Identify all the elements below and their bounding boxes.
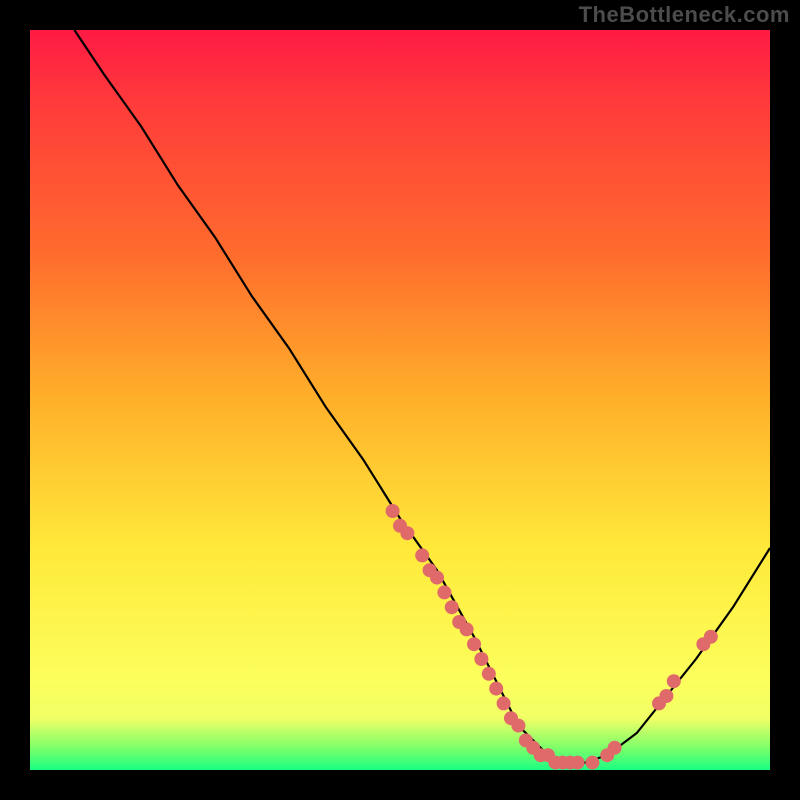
chart-svg: [30, 30, 770, 770]
data-marker: [667, 674, 681, 688]
data-marker: [571, 756, 585, 770]
data-marker: [474, 652, 488, 666]
data-marker: [467, 637, 481, 651]
marker-group: [386, 504, 718, 770]
data-marker: [460, 622, 474, 636]
data-marker: [608, 741, 622, 755]
data-marker: [659, 689, 673, 703]
data-marker: [430, 571, 444, 585]
data-marker: [489, 682, 503, 696]
data-marker: [585, 756, 599, 770]
bottleneck-curve: [74, 30, 770, 763]
data-marker: [497, 696, 511, 710]
data-marker: [437, 585, 451, 599]
data-marker: [704, 630, 718, 644]
data-marker: [415, 548, 429, 562]
plot-area: [30, 30, 770, 770]
data-marker: [511, 719, 525, 733]
data-marker: [386, 504, 400, 518]
data-marker: [445, 600, 459, 614]
watermark-text: TheBottleneck.com: [579, 2, 790, 28]
data-marker: [400, 526, 414, 540]
chart-frame: TheBottleneck.com: [0, 0, 800, 800]
data-marker: [482, 667, 496, 681]
